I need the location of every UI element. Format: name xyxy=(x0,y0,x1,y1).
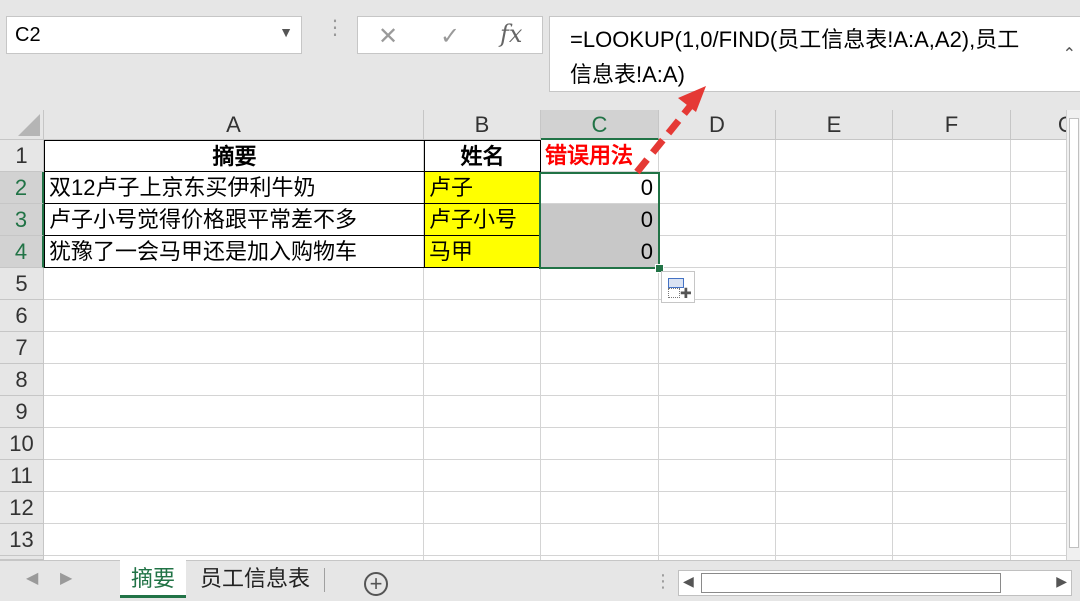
annotation-arrow-line xyxy=(634,101,695,175)
sheet-tab-summary[interactable]: 摘要 xyxy=(120,560,186,598)
annotation-arrow xyxy=(634,86,706,175)
scroll-left-icon[interactable]: ◀ xyxy=(683,573,694,590)
add-sheet-icon[interactable]: + xyxy=(364,572,388,596)
scroll-right-icon[interactable]: ▶ xyxy=(1056,573,1067,590)
sheet-tab-employee-info[interactable]: 员工信息表 xyxy=(190,560,320,598)
splitter-handle-icon[interactable]: ⋮ xyxy=(654,571,672,592)
tab-divider xyxy=(324,568,325,592)
annotation-arrow-head xyxy=(678,86,706,112)
horizontal-scrollbar[interactable]: ◀ ▶ xyxy=(678,570,1072,596)
horizontal-scroll-thumb[interactable] xyxy=(701,573,1001,593)
scroll-tabs-right-icon[interactable]: ▶ xyxy=(60,568,72,588)
scroll-tabs-left-icon[interactable]: ◀ xyxy=(26,568,38,588)
